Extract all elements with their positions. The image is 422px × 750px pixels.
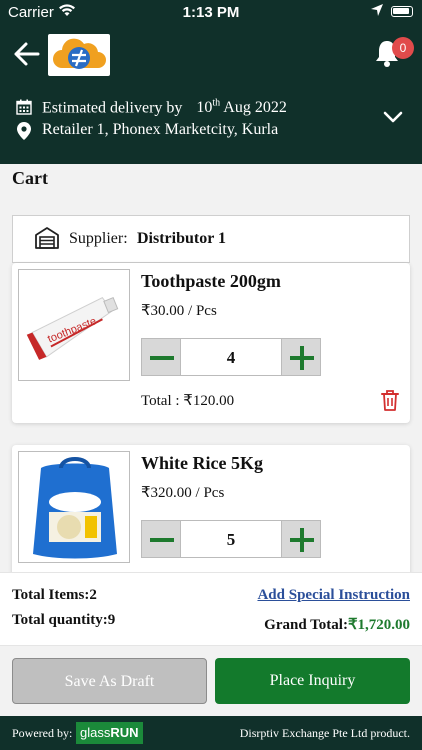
cart-item: toothpaste Toothpaste 200gm ₹30.00 / Pcs… [12,263,410,423]
decrement-button[interactable] [141,338,181,376]
supplier-bar: Supplier: Distributor 1 [12,215,410,263]
product-price: ₹320.00 / Pcs [141,485,225,501]
product-name: White Rice 5Kg [141,453,263,473]
supplier-label: Supplier: [69,230,128,247]
add-special-instruction-link[interactable]: Add Special Instruction [257,587,410,604]
product-name: Toothpaste 200gm [141,271,281,291]
warehouse-icon [35,227,59,249]
chevron-down-icon[interactable] [382,108,404,126]
product-image: toothpaste [18,269,130,381]
place-inquiry-button[interactable]: Place Inquiry [215,658,410,704]
location-arrow-icon [371,4,383,16]
delivery-date-rest: Aug 2022 [220,99,287,117]
quantity-stepper: 5 [141,520,321,558]
total-quantity: Total quantity:9 [12,612,116,628]
battery-icon [391,6,413,17]
save-as-draft-button[interactable]: Save As Draft [12,658,207,704]
quantity-input[interactable]: 5 [181,520,281,558]
calendar-icon [16,99,32,115]
brand-part-b: RUN [110,725,139,740]
company-credit: Disrptiv Exchange Pte Ltd product. [239,726,410,740]
increment-button[interactable] [281,338,321,376]
brand-part-a: glass [80,725,111,740]
supplier-name: Distributor 1 [137,230,227,247]
app-logo [48,34,110,76]
notification-badge: 0 [392,37,414,59]
quantity-stepper: 4 [141,338,321,376]
product-image [18,451,130,563]
delivery-label: Estimated delivery by [42,99,183,117]
footer: Powered by: glassRUN Disrptiv Exchange P… [0,716,422,750]
location-pin-icon [17,122,31,140]
estimated-delivery: Estimated delivery by 10th Aug 2022 [42,98,287,117]
decrement-button[interactable] [141,520,181,558]
total-items: Total Items:2 [12,587,97,603]
quantity-input[interactable]: 4 [181,338,281,376]
back-arrow-icon[interactable] [12,40,42,68]
product-price: ₹30.00 / Pcs [141,303,217,319]
delivery-date-day: 10 [196,99,213,117]
cart-title: Cart [12,168,48,188]
grand-total-label: Grand Total: [264,617,348,633]
delivery-address: Retailer 1, Phonex Marketcity, Kurla [42,121,279,138]
grand-total-value: ₹1,720.00 [347,617,410,633]
powered-by-label: Powered by: [12,726,73,740]
delivery-date: 10th Aug 2022 [196,98,287,117]
glassrun-logo: glassRUN [76,722,143,744]
increment-button[interactable] [281,520,321,558]
clock: 1:13 PM [182,4,240,21]
trash-icon[interactable] [380,389,400,411]
status-bar: Carrier 1:13 PM [0,0,422,24]
cart-item: White Rice 5Kg ₹320.00 / Pcs 5 [12,445,410,585]
app-header: Carrier 1:13 PM 0 Estimated delivery by … [0,0,422,164]
grand-total: Grand Total:₹1,720.00 [264,615,410,634]
item-total: Total : ₹120.00 [141,393,235,409]
cart-summary: Total Items:2 Total quantity:9 Add Speci… [0,572,422,646]
